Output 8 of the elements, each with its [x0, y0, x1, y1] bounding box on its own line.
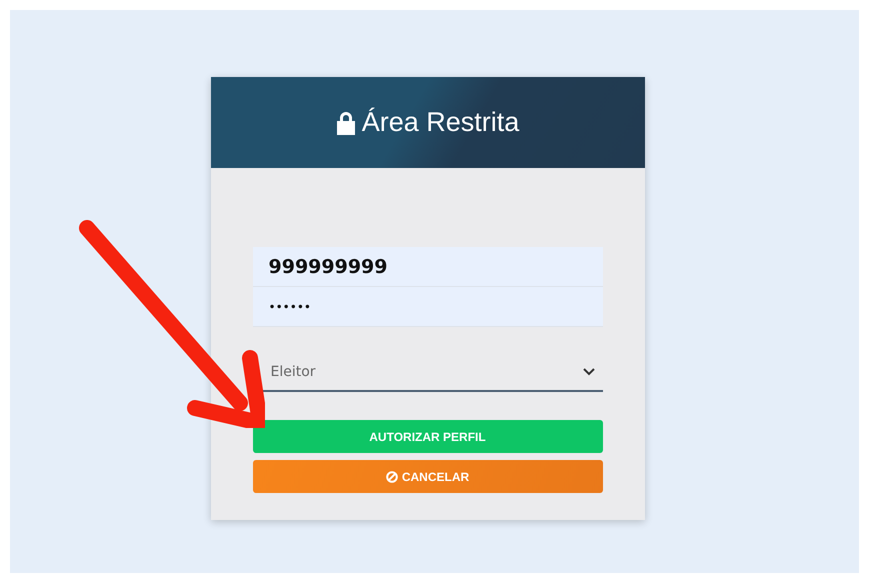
lock-icon	[336, 110, 356, 134]
username-field[interactable]: 999999999	[252, 247, 602, 287]
password-field[interactable]: ••••••	[252, 287, 602, 327]
cancel-button[interactable]: CANCELAR	[252, 460, 602, 493]
prohibited-icon	[386, 470, 398, 482]
card-title: Área Restrita	[362, 107, 520, 138]
chevron-down-icon	[582, 368, 594, 376]
profile-select[interactable]: Eleitor	[252, 353, 602, 392]
